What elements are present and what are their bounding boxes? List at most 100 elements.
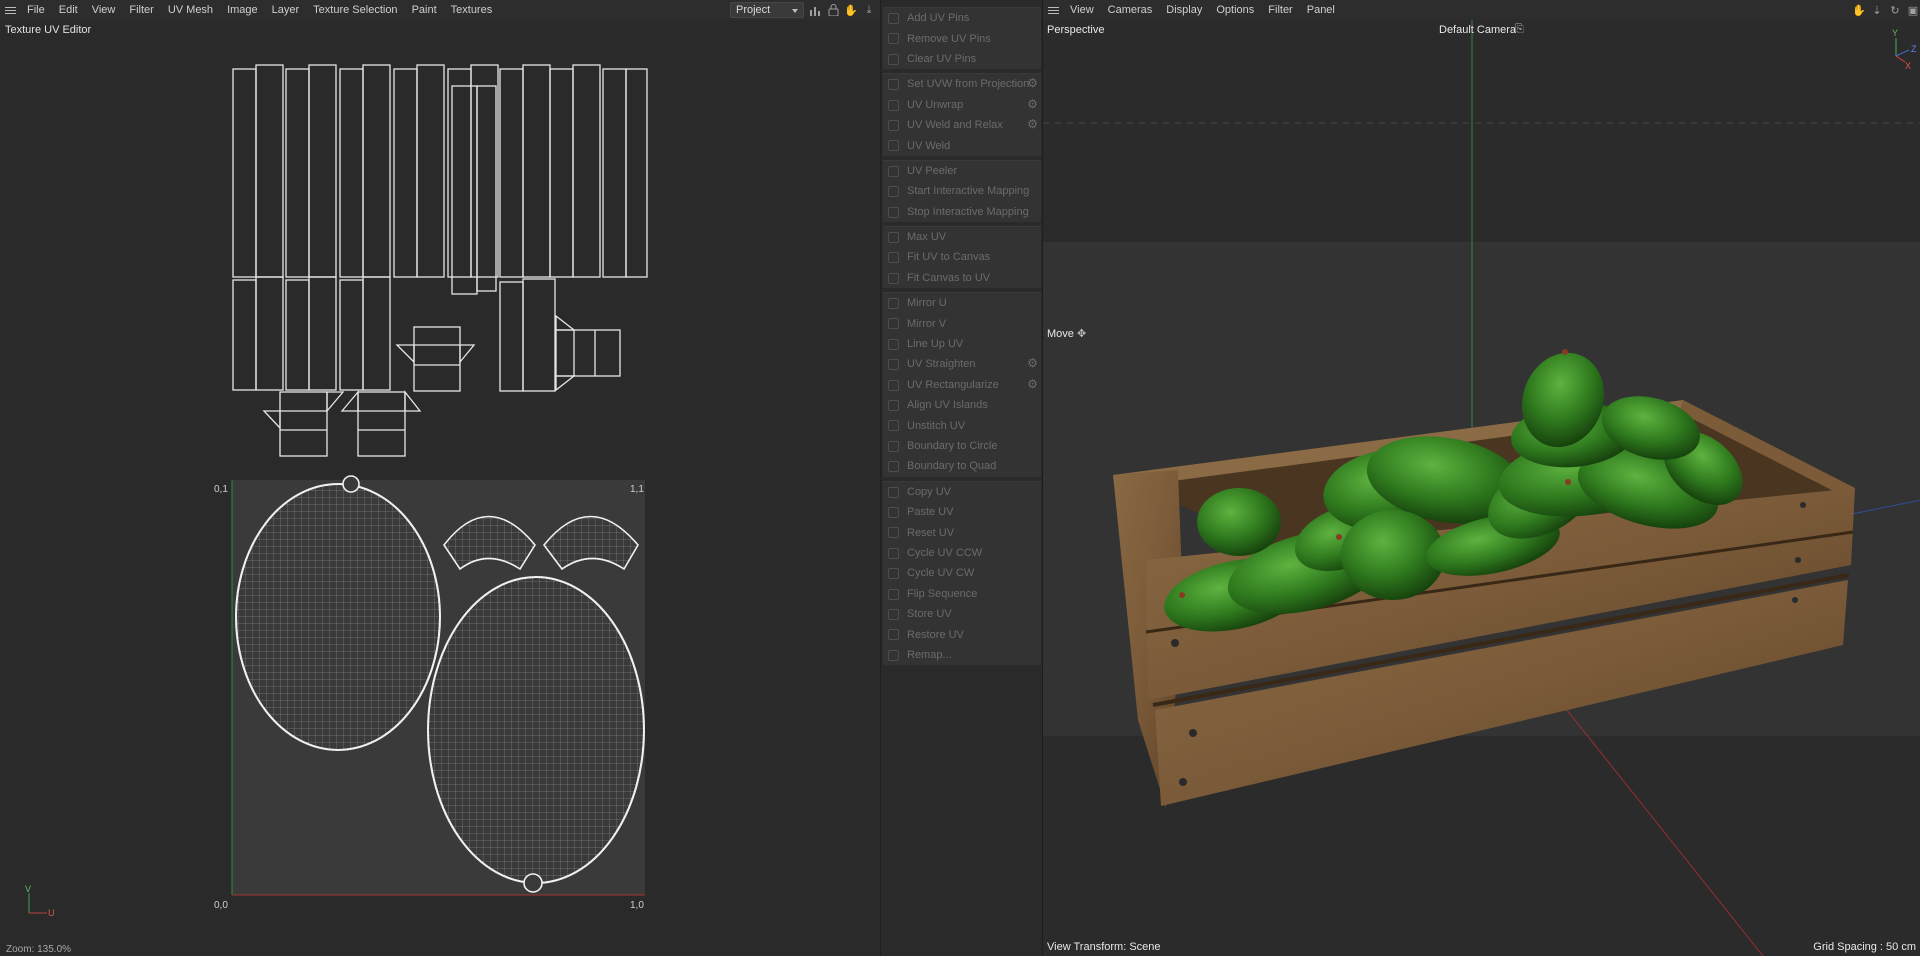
zoom-status: Zoom: 135.0%	[6, 944, 72, 955]
command-clear-uv-pins[interactable]: Clear UV Pins	[883, 49, 1041, 69]
command-label: Align UV Islands	[907, 399, 988, 412]
command-line-up-uv[interactable]: Line Up UV	[883, 334, 1041, 354]
command-fit-uv-to-canvas[interactable]: Fit UV to Canvas	[883, 247, 1041, 267]
command-paste-uv[interactable]: Paste UV	[883, 502, 1041, 522]
gear-icon[interactable]: ⚙	[1026, 97, 1039, 111]
peeler-icon	[888, 165, 899, 177]
flip-icon	[888, 588, 899, 600]
menu-paint[interactable]: Paint	[405, 0, 444, 20]
command-label: Copy UV	[907, 485, 952, 498]
corner-label-bottom-right: 1,0	[630, 900, 644, 911]
command-mirror-u[interactable]: Mirror U	[883, 293, 1041, 313]
command-label: Mirror U	[907, 297, 947, 310]
command-max-uv[interactable]: Max UV	[883, 227, 1041, 247]
command-label: UV Peeler	[907, 164, 958, 177]
uv-canvas[interactable]: 0,1 1,1 0,0 1,0 V U	[0, 40, 880, 940]
command-uv-peeler[interactable]: UV Peeler	[883, 161, 1041, 181]
gizmo-x-label: X	[1905, 61, 1911, 71]
command-label: Start Interactive Mapping	[907, 185, 1030, 198]
command-uv-straighten[interactable]: UV Straighten ⚙	[883, 354, 1041, 374]
command-uv-weld-and-relax[interactable]: UV Weld and Relax ⚙	[883, 115, 1041, 135]
line-up-icon	[888, 338, 899, 350]
command-set-uvw-from-projection[interactable]: Set UVW from Projection ⚙	[883, 74, 1041, 94]
command-label: UV Rectangularize	[907, 378, 999, 391]
command-boundary-to-circle[interactable]: Boundary to Circle	[883, 436, 1041, 456]
store-icon	[888, 608, 899, 620]
straighten-icon	[888, 359, 899, 371]
command-label: UV Weld	[907, 139, 951, 152]
command-remove-uv-pins[interactable]: Remove UV Pins	[883, 28, 1041, 48]
command-remap[interactable]: Remap...	[883, 645, 1041, 665]
command-label: Store UV	[907, 608, 952, 621]
command-label: Fit Canvas to UV	[907, 271, 991, 284]
menu-edit[interactable]: Edit	[52, 0, 85, 20]
camera-icon[interactable]: ⎘	[1515, 23, 1524, 36]
vp-menu-filter[interactable]: Filter	[1261, 0, 1299, 20]
menu-filter[interactable]: Filter	[122, 0, 160, 20]
histogram-icon[interactable]	[808, 3, 822, 17]
camera-label[interactable]: Default Camera	[1439, 24, 1516, 36]
hamburger-menu-icon[interactable]	[0, 0, 20, 20]
vp-menu-display[interactable]: Display	[1159, 0, 1209, 20]
menu-textures[interactable]: Textures	[444, 0, 500, 20]
stop-icon	[888, 206, 899, 218]
command-stop-interactive-mapping[interactable]: Stop Interactive Mapping	[883, 202, 1041, 222]
menu-layer[interactable]: Layer	[265, 0, 307, 20]
command-copy-uv[interactable]: Copy UV	[883, 482, 1041, 502]
menu-view[interactable]: View	[85, 0, 123, 20]
fit-uv-icon	[888, 252, 899, 264]
reset-icon	[888, 527, 899, 539]
command-align-uv-islands[interactable]: Align UV Islands	[883, 395, 1041, 415]
menu-file[interactable]: File	[20, 0, 52, 20]
pin-add-icon	[888, 13, 899, 24]
projection-icon	[888, 79, 899, 91]
menu-uv-mesh[interactable]: UV Mesh	[161, 0, 220, 20]
vp-menu-panel[interactable]: Panel	[1300, 0, 1342, 20]
command-start-interactive-mapping[interactable]: Start Interactive Mapping	[883, 181, 1041, 201]
vp-menu-view[interactable]: View	[1063, 0, 1101, 20]
menu-texture-selection[interactable]: Texture Selection	[306, 0, 404, 20]
hand-pan-icon[interactable]: ✋	[844, 3, 858, 17]
hamburger-menu-icon[interactable]	[1043, 0, 1063, 20]
command-uv-unwrap[interactable]: UV Unwrap ⚙	[883, 95, 1041, 115]
pin-icon[interactable]: ⤓	[862, 3, 876, 17]
menu-image[interactable]: Image	[220, 0, 265, 20]
gear-icon[interactable]: ⚙	[1026, 77, 1039, 90]
project-dropdown[interactable]: Project	[730, 2, 804, 18]
pin-remove-icon	[888, 33, 899, 45]
command-uv-weld[interactable]: UV Weld	[883, 135, 1041, 155]
gear-icon[interactable]: ⚙	[1026, 357, 1039, 370]
pin-clear-icon	[888, 53, 899, 65]
command-unstitch-uv[interactable]: Unstitch UV	[883, 415, 1041, 435]
command-restore-uv[interactable]: Restore UV	[883, 624, 1041, 644]
command-uv-rectangularize[interactable]: UV Rectangularize ⚙	[883, 375, 1041, 395]
gear-icon[interactable]: ⚙	[1026, 117, 1039, 131]
command-label: Fit UV to Canvas	[907, 251, 991, 264]
hand-pan-icon[interactable]: ✋	[1851, 2, 1867, 18]
command-cycle-uv-ccw[interactable]: Cycle UV CCW	[883, 543, 1041, 563]
command-cycle-uv-cw[interactable]: Cycle UV CW	[883, 563, 1041, 583]
command-store-uv[interactable]: Store UV	[883, 604, 1041, 624]
command-label: Add UV Pins	[907, 12, 970, 25]
viewport-scene[interactable]: Y Z X	[1043, 20, 1920, 956]
gizmo-z-label: Z	[1911, 44, 1917, 54]
rotate-icon[interactable]: ↻	[1887, 2, 1903, 18]
command-flip-sequence[interactable]: Flip Sequence	[883, 584, 1041, 604]
command-fit-canvas-to-uv[interactable]: Fit Canvas to UV	[883, 268, 1041, 288]
unwrap-icon	[888, 99, 899, 111]
command-boundary-to-quad[interactable]: Boundary to Quad	[883, 456, 1041, 476]
project-dropdown-value: Project	[736, 4, 771, 16]
max-uv-icon	[888, 231, 899, 243]
corner-label-bottom-left: 0,0	[214, 900, 228, 911]
quad-icon	[888, 461, 899, 473]
vp-menu-options[interactable]: Options	[1209, 0, 1261, 20]
lock-icon[interactable]	[826, 3, 840, 17]
move-down-icon[interactable]: ⇣	[1869, 2, 1885, 18]
command-add-uv-pins[interactable]: Add UV Pins	[883, 8, 1041, 28]
vp-menu-cameras[interactable]: Cameras	[1101, 0, 1160, 20]
command-label: Remove UV Pins	[907, 32, 991, 45]
command-mirror-v[interactable]: Mirror V	[883, 313, 1041, 333]
gear-icon[interactable]: ⚙	[1026, 377, 1039, 391]
maximize-icon[interactable]: ▣	[1905, 2, 1920, 18]
command-reset-uv[interactable]: Reset UV	[883, 522, 1041, 542]
